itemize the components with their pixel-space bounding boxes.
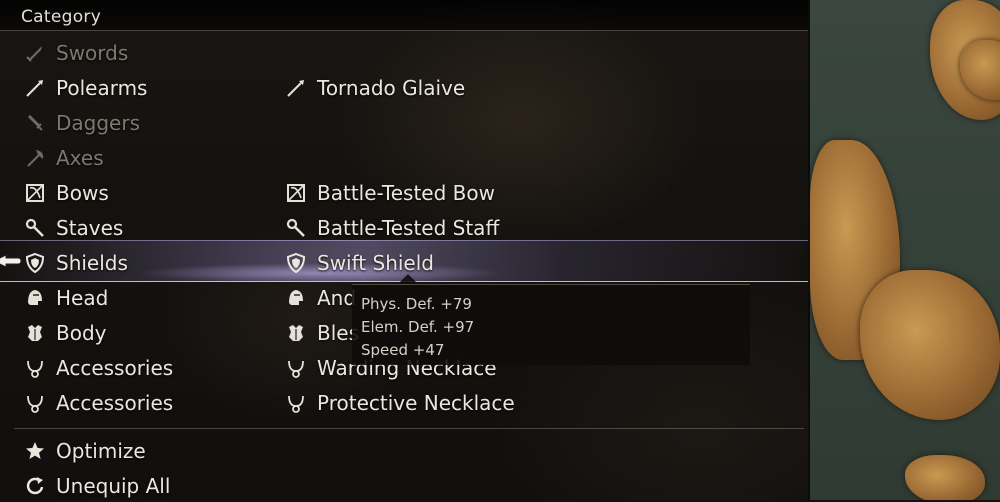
category-item-staves[interactable]: Staves	[22, 211, 123, 244]
unequip-all-button[interactable]: Unequip All	[22, 469, 170, 502]
category-item-shields[interactable]: Shields	[22, 246, 128, 279]
bow-icon	[22, 180, 48, 206]
category-item-accessories-label: Accessories	[56, 355, 174, 380]
category-item-swords-label: Swords	[56, 40, 129, 65]
necklace-icon	[283, 390, 309, 416]
optimize-button[interactable]: Optimize	[22, 434, 146, 467]
category-item-polearms-label: Polearms	[56, 75, 148, 100]
tooltip-speed: Speed +47	[361, 341, 445, 359]
category-item-axes-label: Axes	[56, 145, 104, 170]
tooltip-phys-def: Phys. Def. +79	[361, 295, 472, 313]
command-divider	[14, 428, 804, 429]
equipped-item-battle-tested-bow-label: Battle-Tested Bow	[317, 180, 495, 205]
category-item-staves-label: Staves	[56, 215, 124, 240]
category-item-body-label: Body	[56, 320, 107, 345]
tooltip-elem-def: Elem. Def. +97	[361, 318, 475, 336]
armor-icon	[283, 320, 309, 346]
equipped-item-and-label: And	[317, 285, 357, 310]
stats-tooltip: Phys. Def. +79 Elem. Def. +97 Speed +47	[352, 284, 750, 365]
equipped-item-battle-tested-staff-label: Battle-Tested Staff	[317, 215, 500, 240]
polearm-icon	[22, 75, 48, 101]
shield-icon	[22, 250, 48, 276]
axe-icon	[22, 145, 48, 171]
category-item-daggers-label: Daggers	[56, 110, 140, 135]
equipped-item-battle-tested-bow[interactable]: Battle-Tested Bow	[283, 176, 495, 209]
polearm-icon	[283, 75, 309, 101]
necklace-icon	[22, 355, 48, 381]
equipped-item-battle-tested-staff[interactable]: Battle-Tested Staff	[283, 211, 499, 244]
helmet-icon	[283, 285, 309, 311]
category-item-accessories[interactable]: Accessories	[22, 386, 173, 419]
equipped-item-tornado-glaive[interactable]: Tornado Glaive	[283, 71, 465, 104]
armor-icon	[22, 320, 48, 346]
unequip-icon	[22, 473, 48, 499]
sword-icon	[22, 40, 48, 66]
equipped-item-swift-shield-label: Swift Shield	[317, 250, 434, 275]
category-item-accessories-label: Accessories	[56, 390, 174, 415]
category-item-body[interactable]: Body	[22, 316, 107, 349]
category-header: Category	[0, 0, 808, 31]
bow-icon	[283, 180, 309, 206]
optimize-button-label: Optimize	[56, 438, 146, 463]
category-item-head[interactable]: Head	[22, 281, 108, 314]
helmet-icon	[22, 285, 48, 311]
pointer-hand-icon	[0, 254, 22, 268]
star-icon	[22, 438, 48, 464]
equipped-item-protective-necklace[interactable]: Protective Necklace	[283, 386, 515, 419]
dagger-icon	[22, 110, 48, 136]
equipped-item-tornado-glaive-label: Tornado Glaive	[317, 75, 466, 100]
staff-icon	[283, 215, 309, 241]
tooltip-arrow	[398, 274, 418, 284]
category-title: Category	[21, 7, 102, 27]
unequip-all-button-label: Unequip All	[56, 473, 171, 498]
category-item-daggers[interactable]: Daggers	[22, 106, 140, 139]
necklace-icon	[283, 355, 309, 381]
category-item-polearms[interactable]: Polearms	[22, 71, 147, 104]
category-item-swords[interactable]: Swords	[22, 36, 128, 69]
shield-icon	[283, 250, 309, 276]
staff-icon	[22, 215, 48, 241]
category-item-bows[interactable]: Bows	[22, 176, 109, 209]
category-item-accessories[interactable]: Accessories	[22, 351, 173, 384]
category-item-shields-label: Shields	[56, 250, 128, 275]
equipped-item-and[interactable]: And	[283, 281, 356, 314]
equipped-item-protective-necklace-label: Protective Necklace	[317, 390, 515, 415]
equipment-panel: Category Swords Polearms Daggers Axes Bows St…	[0, 0, 808, 500]
category-item-head-label: Head	[56, 285, 109, 310]
category-item-axes[interactable]: Axes	[22, 141, 104, 174]
category-item-bows-label: Bows	[56, 180, 109, 205]
equipped-item-bles[interactable]: Bles	[283, 316, 359, 349]
necklace-icon	[22, 390, 48, 416]
